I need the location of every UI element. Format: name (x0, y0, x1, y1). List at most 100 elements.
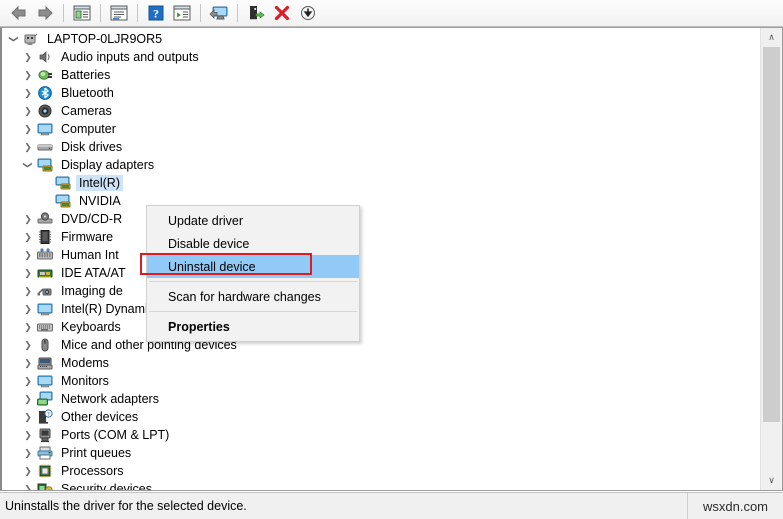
ide-controller-icon (37, 269, 53, 278)
chevron-right-icon[interactable]: ❯ (20, 246, 36, 264)
device-tree[interactable]: ❯ LAPTOP-0LJR9OR5 ❯ Audio inputs and output… (2, 28, 762, 490)
menu-item-disable-device[interactable]: Disable device (147, 232, 359, 255)
chevron-right-icon[interactable]: ❯ (20, 318, 36, 336)
tree-item[interactable]: ❯ LAPTOP-0LJR9OR5 (2, 30, 762, 48)
tree-item[interactable]: ❯ Cameras (2, 102, 762, 120)
tree-item[interactable]: ❯ Security devices (2, 480, 762, 490)
chevron-right-icon[interactable]: ❯ (20, 228, 36, 246)
show-hide-console-tree-button[interactable] (69, 1, 95, 25)
tree-item[interactable]: ❯ Disk drives (2, 138, 762, 156)
tree-item-label: IDE ATA/AT (61, 266, 126, 280)
update-driver-button[interactable] (206, 1, 232, 25)
toolbar-separator (237, 4, 238, 22)
tree-item-selected[interactable]: Intel(R) (2, 174, 762, 192)
menu-item-uninstall-device[interactable]: Uninstall device (147, 255, 359, 278)
watermark-text: wsxdn.com (702, 498, 769, 514)
tree-item[interactable]: ❯ Imaging de (2, 282, 762, 300)
tree-item-label: NVIDIA (79, 194, 121, 208)
firmware-chip-icon (39, 230, 51, 244)
tree-item[interactable]: ❯ Audio inputs and outputs (2, 48, 762, 66)
human-interface-icon (36, 247, 54, 263)
tree-item-label: Monitors (61, 374, 109, 388)
chevron-right-icon[interactable]: ❯ (20, 444, 36, 462)
speaker-icon (36, 49, 54, 65)
monitor-icon (36, 373, 54, 389)
tree-item[interactable]: ❯ IDE ATA/AT (2, 264, 762, 282)
scroll-down-button[interactable]: ∨ (761, 471, 782, 490)
tree-item[interactable]: ❯ Computer (2, 120, 762, 138)
toolbar-separator (137, 4, 138, 22)
tree-item[interactable]: ❯ Mice and other pointing devices (2, 336, 762, 354)
menu-item-label: Uninstall device (168, 259, 256, 274)
chevron-right-icon[interactable]: ❯ (20, 372, 36, 390)
chevron-right-icon[interactable]: ❯ (20, 408, 36, 426)
tree-item-label: Computer (61, 122, 116, 136)
display-adapter-icon (55, 194, 71, 208)
camera-icon (38, 104, 52, 118)
tree-item[interactable]: NVIDIA (2, 192, 762, 210)
forward-button[interactable] (32, 1, 58, 25)
tree-item-label: Disk drives (61, 140, 123, 154)
chevron-right-icon[interactable]: ❯ (20, 282, 36, 300)
tree-item[interactable]: ❯Intel(R) Dynamic Platform and Thermal F… (2, 300, 762, 318)
scan-for-hardware-changes-button[interactable] (169, 1, 195, 25)
chevron-right-icon[interactable]: ❯ (20, 138, 36, 156)
chevron-right-icon[interactable]: ❯ (20, 390, 36, 408)
chevron-right-icon[interactable]: ❯ (20, 354, 36, 372)
chevron-right-icon[interactable]: ❯ (20, 84, 36, 102)
tree-item[interactable]: ❯? Other devices (2, 408, 762, 426)
tree-item[interactable]: ❯ Human Int (2, 246, 762, 264)
console-tree-icon (73, 5, 91, 21)
vertical-scrollbar[interactable]: ∧ ∨ (760, 28, 782, 490)
monitor-icon (37, 123, 53, 136)
chevron-right-icon[interactable]: ❯ (20, 48, 36, 66)
chevron-right-icon[interactable]: ❯ (20, 462, 36, 480)
monitor-icon (36, 121, 54, 137)
chevron-right-icon[interactable]: ❯ (20, 426, 36, 444)
monitor-icon (37, 375, 53, 388)
monitor-icon (37, 303, 53, 316)
tree-item[interactable]: ❯ Print queues (2, 444, 762, 462)
menu-item-scan-for-hardware-changes[interactable]: Scan for hardware changes (147, 285, 359, 308)
chevron-right-icon[interactable]: ❯ (20, 66, 36, 84)
chevron-down-icon[interactable]: ❯ (5, 31, 23, 47)
tree-item[interactable]: ❯ Keyboards (2, 318, 762, 336)
chevron-down-icon[interactable]: ❯ (19, 157, 37, 173)
chevron-right-icon[interactable]: ❯ (20, 120, 36, 138)
chevron-right-icon[interactable]: ❯ (20, 300, 36, 318)
chevron-right-icon[interactable]: ❯ (20, 102, 36, 120)
uninstall-device-button[interactable] (269, 1, 295, 25)
tree-item[interactable]: ❯ Bluetooth (2, 84, 762, 102)
mouse-icon (41, 338, 49, 352)
tree-item[interactable]: ❯ Firmware (2, 228, 762, 246)
chevron-right-icon[interactable]: ❯ (20, 480, 36, 490)
keyboard-icon (36, 319, 54, 335)
tree-item[interactable]: ❯ Network adapters (2, 390, 762, 408)
chevron-right-icon[interactable]: ❯ (20, 210, 36, 228)
tree-item[interactable]: ❯ Ports (COM & LPT) (2, 426, 762, 444)
disk-drive-icon (36, 139, 54, 155)
back-button[interactable] (6, 1, 32, 25)
scroll-up-button[interactable]: ∧ (761, 28, 782, 47)
display-adapter-icon (54, 175, 72, 191)
tree-item[interactable]: ❯ DVD/CD-R (2, 210, 762, 228)
tree-item[interactable]: ❯ Processors (2, 462, 762, 480)
tree-item-label: Intel(R) (76, 175, 123, 191)
chevron-right-icon[interactable]: ❯ (20, 264, 36, 282)
menu-item-properties[interactable]: Properties (147, 315, 359, 338)
help-button[interactable]: ? (143, 1, 169, 25)
enable-device-button[interactable] (243, 1, 269, 25)
tree-item[interactable]: ❯ Modems (2, 354, 762, 372)
port-icon (39, 428, 51, 443)
disable-device-button[interactable] (295, 1, 321, 25)
scrollbar-thumb[interactable] (763, 47, 780, 422)
device-context-menu[interactable]: Update driver Disable device Uninstall dev… (146, 205, 360, 342)
imaging-device-icon (36, 283, 54, 299)
tree-item[interactable]: ❯ Monitors (2, 372, 762, 390)
menu-item-update-driver[interactable]: Update driver (147, 209, 359, 232)
properties-button[interactable] (106, 1, 132, 25)
bluetooth-icon (36, 85, 54, 101)
tree-item[interactable]: ❯ Display adapters (2, 156, 762, 174)
tree-item[interactable]: ❯ Batteries (2, 66, 762, 84)
chevron-right-icon[interactable]: ❯ (20, 336, 36, 354)
